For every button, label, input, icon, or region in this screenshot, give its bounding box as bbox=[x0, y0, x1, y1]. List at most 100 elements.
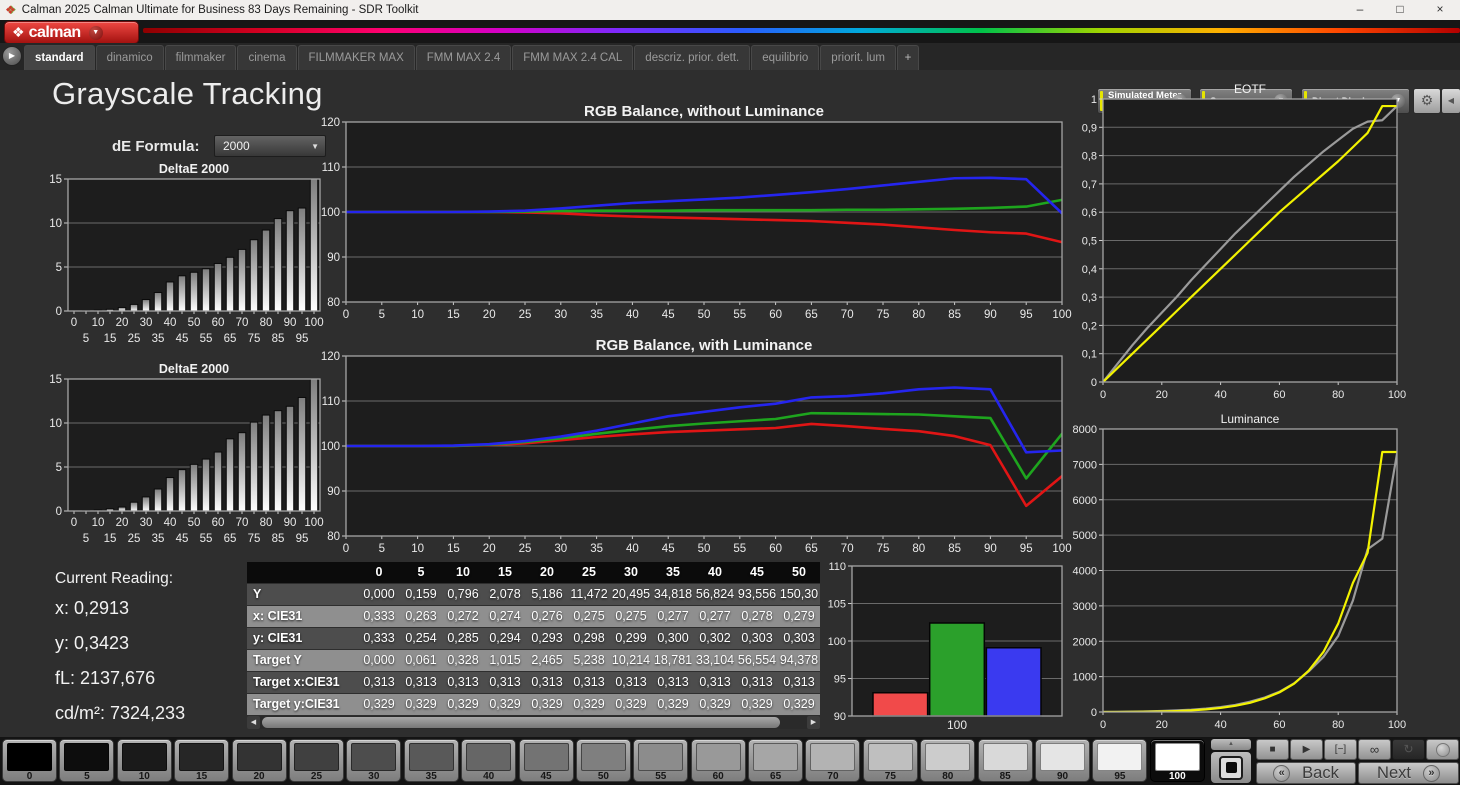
svg-text:10: 10 bbox=[49, 418, 62, 430]
table-cell: 0,329 bbox=[694, 694, 736, 715]
patch-button-85[interactable]: 85 bbox=[977, 739, 1033, 782]
svg-text:50: 50 bbox=[698, 543, 711, 555]
table-cell: 56,824 bbox=[694, 584, 736, 605]
table-scrollbar[interactable]: ◀ ▶ bbox=[247, 716, 820, 729]
table-cell: 0,333 bbox=[358, 628, 400, 649]
play-button[interactable]: ▶ bbox=[1290, 739, 1323, 760]
tab-priorit-lum[interactable]: priorit. lum bbox=[820, 45, 896, 70]
minimize-button[interactable]: – bbox=[1340, 0, 1380, 20]
collapse-panel-button[interactable]: ◀ bbox=[1441, 88, 1460, 114]
stop-button[interactable]: ■ bbox=[1256, 739, 1289, 760]
patch-button-20[interactable]: 20 bbox=[231, 739, 287, 782]
patch-button-45[interactable]: 45 bbox=[518, 739, 574, 782]
svg-text:2000: 2000 bbox=[1073, 636, 1097, 648]
tab-filmmaker[interactable]: filmmaker bbox=[164, 45, 237, 70]
patch-button-80[interactable]: 80 bbox=[920, 739, 976, 782]
patch-button-30[interactable]: 30 bbox=[346, 739, 402, 782]
table-cell: 0,796 bbox=[442, 584, 484, 605]
svg-text:4000: 4000 bbox=[1073, 566, 1097, 578]
scroll-left-icon[interactable]: ◀ bbox=[247, 716, 260, 729]
patch-button-75[interactable]: 75 bbox=[862, 739, 918, 782]
patch-button-5[interactable]: 5 bbox=[59, 739, 115, 782]
tab-filmmaker-max[interactable]: FILMMAKER MAX bbox=[297, 45, 415, 70]
svg-text:5: 5 bbox=[56, 462, 62, 474]
table-cell: 18,781 bbox=[652, 650, 694, 671]
svg-text:50: 50 bbox=[188, 317, 201, 329]
svg-text:0,4: 0,4 bbox=[1082, 264, 1097, 276]
tab-equilibrio[interactable]: equilibrio bbox=[751, 45, 820, 70]
table-cell: 20,495 bbox=[610, 584, 652, 605]
table-cell: 0,329 bbox=[568, 694, 610, 715]
patch-button-35[interactable]: 35 bbox=[403, 739, 459, 782]
patch-label: 80 bbox=[942, 771, 954, 782]
continuous-measure-button[interactable]: ∞ bbox=[1358, 739, 1391, 760]
scrollbar-thumb[interactable] bbox=[262, 717, 780, 728]
tab-standard[interactable]: standard bbox=[24, 45, 95, 70]
patch-button-40[interactable]: 40 bbox=[461, 739, 517, 782]
patch-button-90[interactable]: 90 bbox=[1035, 739, 1091, 782]
back-button[interactable]: « Back bbox=[1256, 762, 1356, 784]
table-cell: 0,294 bbox=[484, 628, 526, 649]
add-tab-button[interactable]: + bbox=[896, 45, 919, 70]
svg-text:DeltaE 2000: DeltaE 2000 bbox=[159, 163, 229, 176]
patch-button-15[interactable]: 15 bbox=[174, 739, 230, 782]
table-cell: 10,214 bbox=[610, 650, 652, 671]
tab-fmm-max-2-4[interactable]: FMM MAX 2.4 bbox=[415, 45, 512, 70]
patch-button-65[interactable]: 65 bbox=[748, 739, 804, 782]
close-button[interactable]: × bbox=[1420, 0, 1460, 20]
svg-text:40: 40 bbox=[1214, 389, 1226, 401]
tab-fmm-max-2-4-cal[interactable]: FMM MAX 2.4 CAL bbox=[512, 45, 634, 70]
svg-text:45: 45 bbox=[662, 543, 675, 555]
de-formula-dropdown[interactable]: 2000 ▼ bbox=[214, 135, 326, 157]
play-icon: ▶ bbox=[1302, 744, 1311, 755]
svg-text:65: 65 bbox=[805, 543, 818, 555]
patch-button-0[interactable]: 0 bbox=[2, 739, 57, 782]
patch-button-95[interactable]: 95 bbox=[1092, 739, 1148, 782]
maximize-button[interactable]: □ bbox=[1380, 0, 1420, 20]
calman-logo-menu[interactable]: ❖ calman ▼ bbox=[4, 21, 139, 44]
svg-text:45: 45 bbox=[176, 333, 189, 345]
rgb-levels-100-chart: 90 95 100 105 110 100 bbox=[828, 561, 1063, 732]
tab-descriz-prior-dett[interactable]: descriz. prior. dett. bbox=[634, 45, 751, 70]
settings-gear-button[interactable]: ⚙ bbox=[1413, 88, 1441, 114]
table-cell: 0,254 bbox=[400, 628, 442, 649]
patch-button-50[interactable]: 50 bbox=[575, 739, 631, 782]
row-label: Target x:CIE31 bbox=[247, 672, 358, 693]
gray-swatch bbox=[408, 743, 454, 771]
patch-label: 15 bbox=[196, 771, 208, 782]
measurement-table: 0 5 10 15 20 25 30 35 40 45 50 Y 0,000 0,159 0,796 2,07… bbox=[247, 562, 820, 729]
svg-text:5: 5 bbox=[379, 543, 385, 555]
patch-button-60[interactable]: 60 bbox=[690, 739, 746, 782]
patch-button-70[interactable]: 70 bbox=[805, 739, 861, 782]
table-cell: 0,272 bbox=[442, 606, 484, 627]
scroll-right-icon[interactable]: ▶ bbox=[807, 716, 820, 729]
loop-measure-button[interactable]: ↻ bbox=[1392, 739, 1425, 760]
table-row: Target Y 0,000 0,061 0,328 1,015 2,465 5,238 10… bbox=[247, 650, 820, 671]
svg-text:80: 80 bbox=[1332, 389, 1344, 401]
patch-button-25[interactable]: 25 bbox=[288, 739, 344, 782]
svg-text:35: 35 bbox=[590, 309, 603, 321]
svg-text:95: 95 bbox=[296, 533, 309, 545]
stop-measurement-button[interactable] bbox=[1211, 752, 1251, 783]
svg-text:0: 0 bbox=[1091, 377, 1097, 389]
svg-text:55: 55 bbox=[733, 543, 746, 555]
measure-range-button[interactable]: [−] bbox=[1324, 739, 1357, 760]
svg-text:80: 80 bbox=[327, 531, 340, 543]
tab-dinamico[interactable]: dinamico bbox=[95, 45, 164, 70]
tab-cinema[interactable]: cinema bbox=[237, 45, 297, 70]
tab-scroll-button[interactable]: ▶ bbox=[2, 46, 22, 66]
calman-app: ❖ Calman 2025 Calman Ultimate for Busine… bbox=[0, 0, 1460, 785]
extra-mode-button[interactable] bbox=[1426, 739, 1459, 760]
svg-text:30: 30 bbox=[140, 517, 153, 529]
patch-button-100[interactable]: 100 bbox=[1149, 739, 1205, 782]
patch-label: 0 bbox=[26, 771, 33, 782]
patch-button-10[interactable]: 10 bbox=[116, 739, 172, 782]
patch-label: 60 bbox=[712, 771, 724, 782]
svg-text:80: 80 bbox=[1332, 719, 1344, 731]
patch-button-55[interactable]: 55 bbox=[633, 739, 689, 782]
svg-text:70: 70 bbox=[236, 517, 249, 529]
patch-label: 70 bbox=[827, 771, 839, 782]
eotf-chart: 0 0,1 0,2 0,3 0,4 0,5 0,6 0,7 0,8 0,9 1 EOTF 0 20 40 60… bbox=[1082, 82, 1406, 401]
patch-strip-up-button[interactable]: ▲ bbox=[1211, 739, 1251, 750]
next-button[interactable]: Next » bbox=[1358, 762, 1459, 784]
